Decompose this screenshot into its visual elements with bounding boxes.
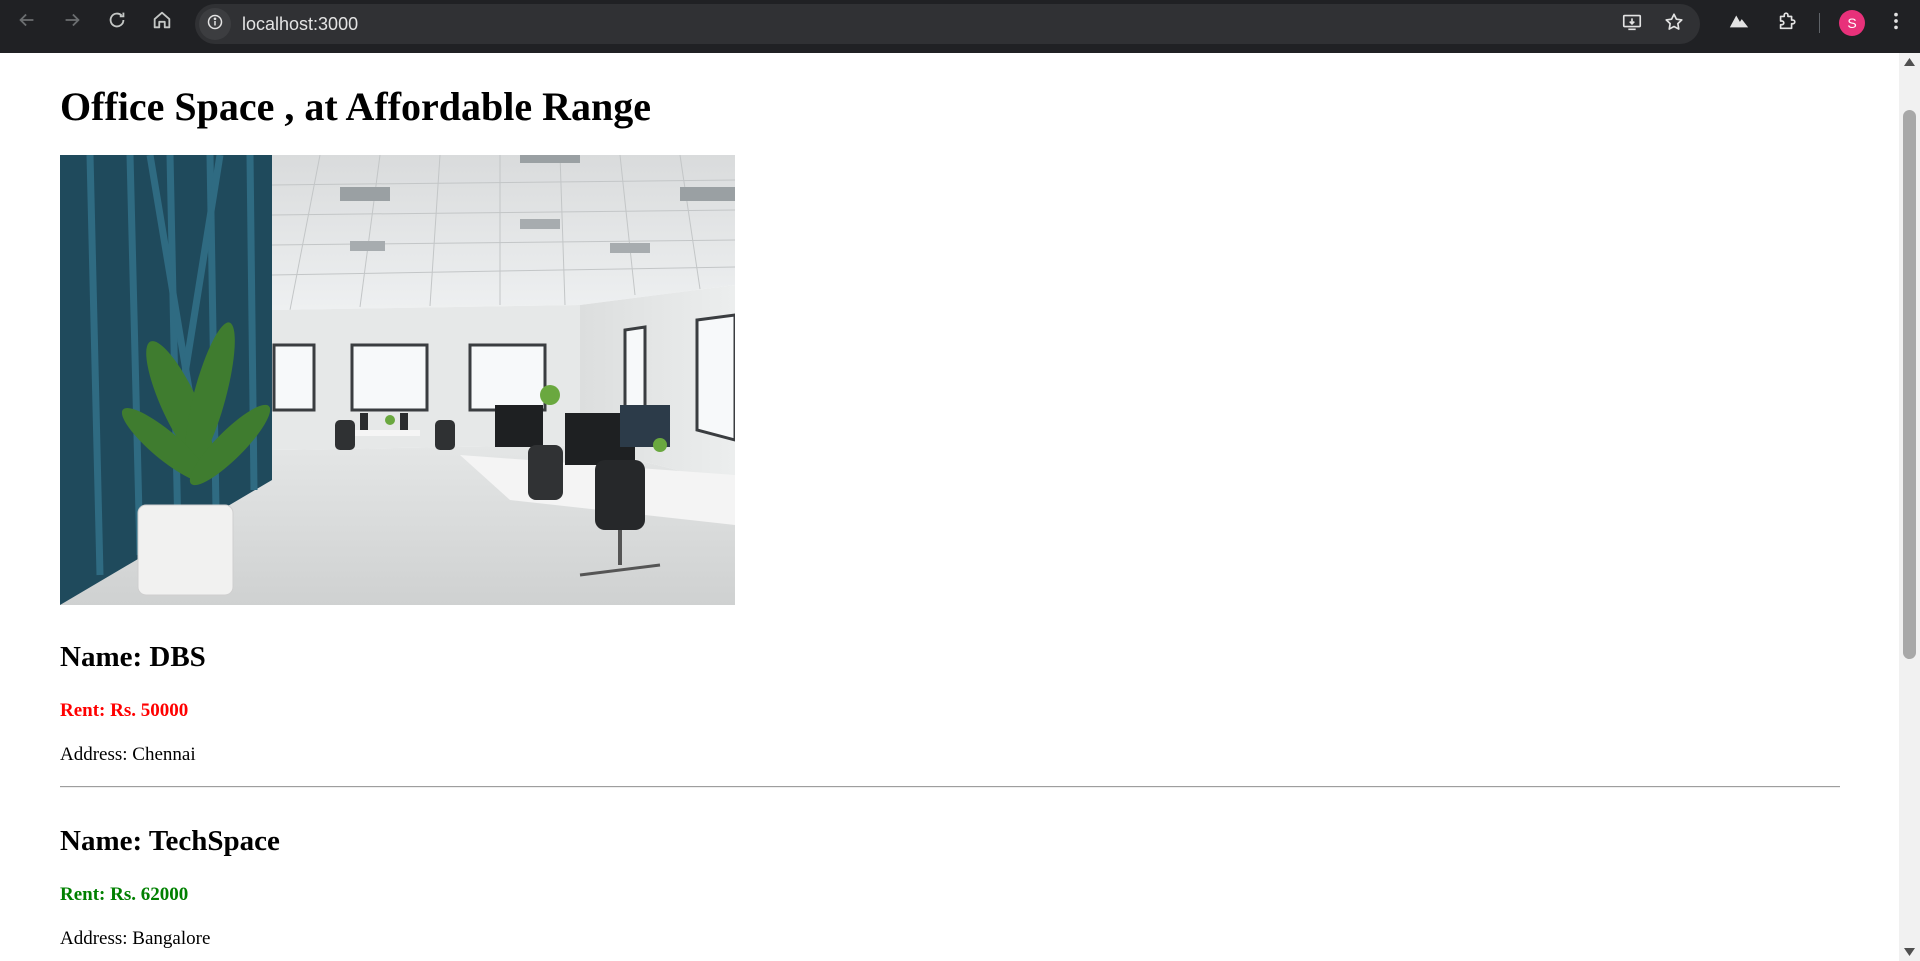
puzzle-icon — [1776, 10, 1798, 37]
office-image — [60, 155, 735, 605]
scroll-down-arrow[interactable] — [1903, 945, 1916, 959]
listing-address: Address: Bangalore — [60, 928, 211, 949]
extension-action-button[interactable] — [1717, 1, 1761, 45]
listing-address: Address: Chennai — [60, 744, 196, 765]
browser-toolbar: localhost:3000 S — [0, 0, 1920, 53]
more-vertical-icon — [1885, 10, 1907, 37]
star-icon — [1663, 11, 1685, 38]
listing-name: Name: DBS — [60, 641, 206, 673]
listing-divider — [60, 786, 1840, 788]
arrow-left-icon — [16, 9, 38, 36]
back-button[interactable] — [5, 0, 49, 44]
page-scrollbar[interactable] — [1899, 53, 1920, 961]
mountain-icon — [1728, 10, 1750, 37]
scroll-thumb[interactable] — [1903, 110, 1916, 659]
page-title: Office Space , at Affordable Range — [60, 84, 652, 129]
reload-button[interactable] — [95, 0, 139, 44]
url-text[interactable]: localhost:3000 — [242, 14, 358, 35]
listing-name: Name: TechSpace — [60, 825, 280, 857]
address-bar[interactable]: localhost:3000 — [195, 4, 1700, 44]
profile-button[interactable]: S — [1830, 1, 1874, 45]
avatar: S — [1839, 10, 1865, 36]
extensions-button[interactable] — [1765, 1, 1809, 45]
browser-menu-button[interactable] — [1874, 1, 1918, 45]
install-app-button[interactable] — [1616, 8, 1648, 40]
toolbar-divider — [1819, 13, 1820, 33]
scroll-up-arrow[interactable] — [1903, 55, 1916, 69]
arrow-right-icon — [61, 9, 83, 36]
reload-icon — [106, 9, 128, 36]
web-page: Office Space , at Affordable Range Name:… — [0, 53, 1899, 961]
forward-button[interactable] — [50, 0, 94, 44]
listing-rent: Rent: Rs. 50000 — [60, 700, 189, 721]
triangle-up-icon — [1904, 53, 1915, 71]
listing-rent: Rent: Rs. 62000 — [60, 884, 189, 905]
home-icon — [151, 9, 173, 36]
bookmark-button[interactable] — [1658, 8, 1690, 40]
home-button[interactable] — [140, 0, 184, 44]
info-icon — [207, 14, 223, 35]
triangle-down-icon — [1904, 943, 1915, 961]
install-app-icon — [1621, 11, 1643, 38]
office-photo — [60, 155, 735, 605]
site-info-button[interactable] — [199, 8, 231, 40]
